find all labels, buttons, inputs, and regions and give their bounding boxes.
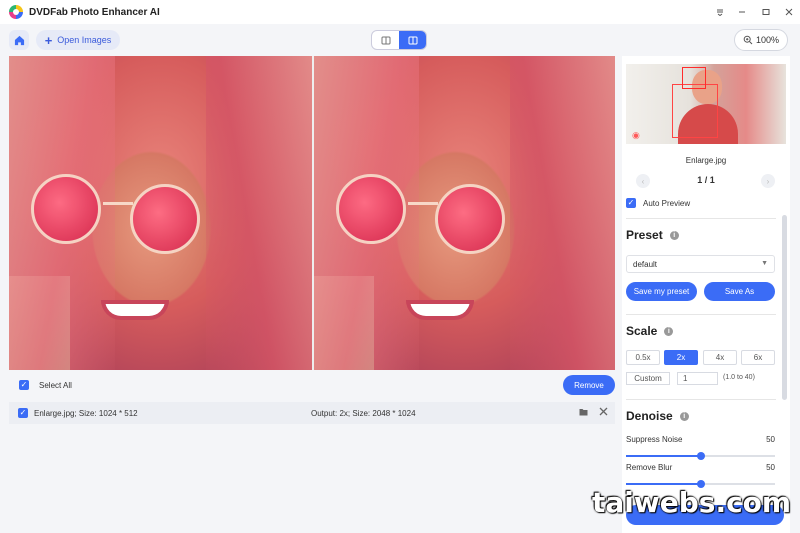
preset-value: default bbox=[633, 259, 658, 269]
suppress-noise-label: Suppress Noise bbox=[626, 435, 683, 444]
title-bar: DVDFab Photo Enhancer AI bbox=[0, 0, 800, 24]
scale-heading: Scale i bbox=[626, 324, 674, 338]
suppress-noise-value: 50 bbox=[766, 435, 775, 444]
toolbar: + Open Images 100% bbox=[0, 24, 800, 56]
zoom-icon bbox=[743, 35, 753, 45]
custom-scale-input[interactable]: 1 bbox=[677, 372, 718, 385]
file-name: Enlarge.jpg; Size: 1024 * 512 bbox=[34, 408, 138, 418]
scale-title: Scale bbox=[626, 324, 658, 338]
home-icon bbox=[14, 35, 24, 45]
save-my-preset-button[interactable]: Save my preset bbox=[626, 282, 697, 301]
custom-scale-toggle[interactable]: Custom bbox=[626, 372, 670, 385]
denoise-title: Denoise bbox=[626, 409, 673, 423]
home-button[interactable] bbox=[9, 30, 29, 50]
single-view-icon bbox=[381, 36, 390, 44]
app-title: DVDFab Photo Enhancer AI bbox=[29, 6, 160, 18]
settings-sidebar: ◉ Enlarge.jpg ‹ 1 / 1 › ✓ Auto Preview P… bbox=[622, 56, 790, 533]
close-window-icon[interactable] bbox=[778, 0, 800, 24]
preset-select[interactable]: default ▼ bbox=[626, 255, 775, 273]
scale-option-0.5x[interactable]: 0.5x bbox=[626, 350, 660, 365]
suppress-noise-slider[interactable] bbox=[626, 452, 775, 460]
single-view-button[interactable] bbox=[372, 31, 399, 49]
custom-scale-range: (1.0 to 40) bbox=[723, 374, 755, 381]
chevron-down-icon: ▼ bbox=[761, 260, 768, 267]
auto-preview-label: Auto Preview bbox=[643, 198, 691, 208]
preset-title: Preset bbox=[626, 228, 663, 242]
file-checkbox[interactable]: ✓ bbox=[18, 408, 28, 418]
auto-preview[interactable]: ✓ Auto Preview bbox=[626, 198, 690, 208]
divider bbox=[626, 399, 776, 400]
minimize-icon[interactable] bbox=[731, 0, 753, 24]
denoise-heading: Denoise i bbox=[626, 409, 689, 423]
select-all-label: Select All bbox=[39, 380, 72, 390]
file-output: Output: 2x; Size: 2048 * 1024 bbox=[311, 408, 416, 418]
viewport-frame[interactable] bbox=[672, 84, 718, 138]
chevron-right-icon[interactable]: › bbox=[761, 174, 775, 188]
open-images-button[interactable]: + Open Images bbox=[36, 30, 120, 50]
thumbnail-preview[interactable]: ◉ bbox=[626, 64, 786, 144]
app-logo bbox=[9, 5, 23, 19]
preset-heading: Preset i bbox=[626, 228, 679, 242]
zoom-region-frame[interactable] bbox=[682, 67, 706, 89]
scale-option-4x[interactable]: 4x bbox=[703, 350, 737, 365]
select-all-checkbox[interactable]: ✓ bbox=[19, 380, 29, 390]
zoom-level: 100% bbox=[755, 35, 780, 45]
original-photo bbox=[9, 56, 312, 370]
folder-icon[interactable] bbox=[579, 408, 588, 419]
auto-preview-checkbox[interactable]: ✓ bbox=[626, 198, 636, 208]
divider bbox=[626, 218, 776, 219]
watermark-text: taiwebs.com bbox=[592, 486, 792, 519]
thumbnail-name: Enlarge.jpg bbox=[685, 156, 727, 165]
remove-blur-value: 50 bbox=[766, 463, 775, 472]
enhanced-photo bbox=[314, 56, 615, 370]
maximize-icon[interactable] bbox=[755, 0, 777, 24]
file-row[interactable]: ✓ Enlarge.jpg; Size: 1024 * 512 Output: … bbox=[9, 402, 615, 424]
save-as-button[interactable]: Save As bbox=[704, 282, 775, 301]
sidebar-scrollbar[interactable] bbox=[782, 215, 787, 400]
close-icon[interactable] bbox=[599, 407, 608, 419]
enhanced-preview[interactable] bbox=[314, 56, 615, 370]
divider bbox=[626, 314, 776, 315]
plus-icon: + bbox=[44, 32, 53, 48]
remove-button[interactable]: Remove bbox=[563, 375, 615, 395]
open-images-label: Open Images bbox=[57, 35, 112, 45]
menu-icon[interactable] bbox=[709, 0, 731, 24]
view-toggle bbox=[371, 30, 427, 50]
info-icon[interactable]: i bbox=[664, 326, 674, 336]
scale-option-2x[interactable]: 2x bbox=[664, 350, 698, 365]
scale-option-6x[interactable]: 6x bbox=[741, 350, 775, 365]
remove-blur-slider[interactable] bbox=[626, 480, 775, 488]
remove-blur-label: Remove Blur bbox=[626, 463, 673, 472]
info-icon[interactable]: i bbox=[679, 411, 689, 421]
original-preview[interactable] bbox=[9, 56, 312, 370]
pager: ‹ 1 / 1 › bbox=[622, 174, 790, 188]
zoom-button[interactable]: 100% bbox=[734, 29, 788, 51]
split-view-button[interactable] bbox=[399, 31, 426, 49]
file-list-header: ✓ Select All Remove bbox=[9, 370, 615, 400]
slider-handle[interactable] bbox=[697, 452, 705, 460]
eye-icon[interactable]: ◉ bbox=[632, 130, 640, 141]
info-icon[interactable]: i bbox=[669, 230, 679, 240]
split-view-icon bbox=[408, 36, 417, 44]
